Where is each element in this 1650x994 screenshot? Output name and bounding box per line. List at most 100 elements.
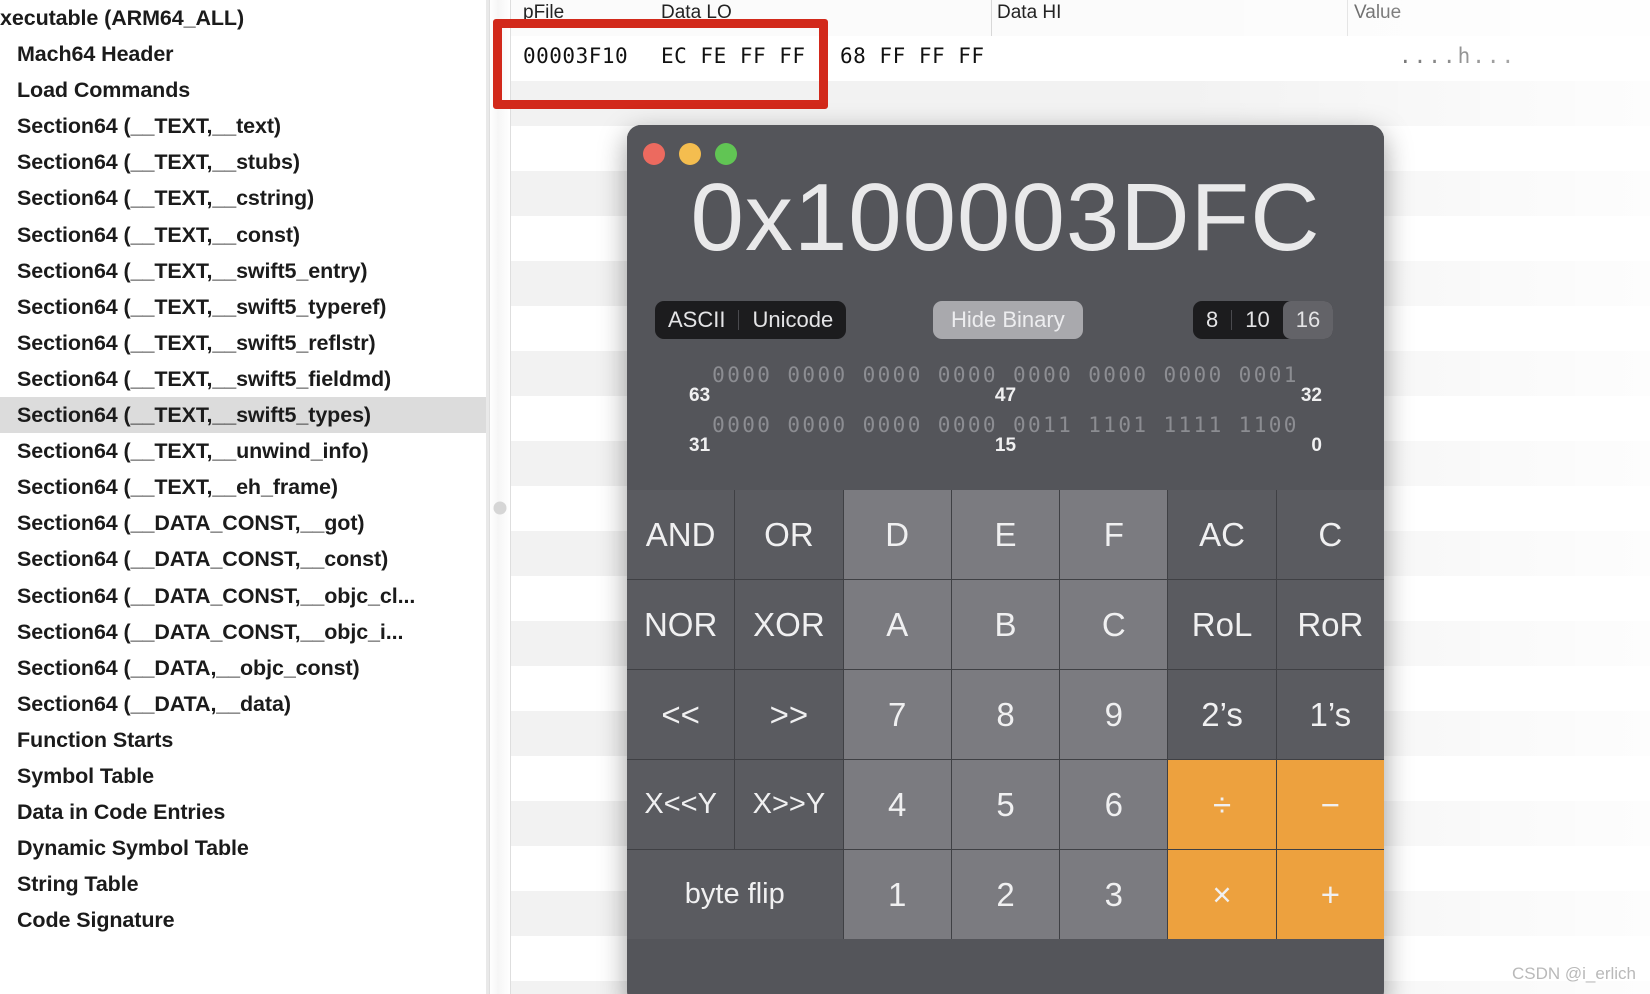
sidebar-item[interactable]: Section64 (__TEXT,__cstring) [0, 180, 489, 216]
sidebar-item-label: Section64 (__TEXT,__swift5_types) [17, 403, 371, 428]
red-highlight-rectangle [493, 19, 828, 109]
sidebar-item[interactable]: Section64 (__TEXT,__swift5_types) [0, 397, 489, 434]
encoding-segmented-control[interactable]: ASCII Unicode [655, 301, 847, 339]
sidebar-item-label: Data in Code Entries [17, 800, 226, 825]
sidebar-item-label: Section64 (__TEXT,__text) [17, 114, 281, 139]
binary-bits-low[interactable]: 0000 0000 0000 0000 0011 1101 1111 1100 [627, 413, 1384, 437]
column-separator[interactable] [1347, 0, 1348, 36]
binary-row-low[interactable]: 0000 0000 0000 0000 0011 1101 1111 1100 … [627, 413, 1384, 463]
sidebar-item[interactable]: Section64 (__TEXT,__swift5_typeref) [0, 289, 489, 325]
sidebar-item[interactable]: Section64 (__DATA,__data) [0, 686, 489, 722]
column-header[interactable]: Data HI [997, 2, 1061, 24]
bit-index-31: 31 [689, 435, 711, 456]
sidebar-item[interactable]: Section64 (__TEXT,__stubs) [0, 144, 489, 180]
outline-tree: xecutable (ARM64_ALL) Mach64 Header Load C… [0, 0, 489, 938]
sidebar-item[interactable]: Data in Code Entries [0, 794, 489, 830]
bit-index-32: 32 [1300, 385, 1322, 406]
calc-key[interactable]: C [1060, 580, 1168, 669]
sidebar-item[interactable]: Section64 (__TEXT,__text) [0, 108, 489, 144]
calc-key[interactable]: B [951, 580, 1060, 669]
calc-key[interactable]: XOR [735, 580, 843, 669]
segment-base-10[interactable]: 10 [1232, 301, 1282, 339]
sidebar-item[interactable]: Symbol Table [0, 758, 489, 794]
sidebar-item[interactable]: Section64 (__TEXT,__const) [0, 217, 489, 253]
calculator-options-row: ASCII Unicode Hide Binary 8 10 16 [627, 301, 1384, 341]
sidebar-item[interactable]: Section64 (__TEXT,__swift5_reflstr) [0, 325, 489, 361]
calc-key[interactable]: F [1060, 490, 1168, 579]
maximize-button[interactable] [715, 143, 737, 165]
calc-key[interactable]: − [1276, 760, 1384, 849]
calc-key[interactable]: << [627, 670, 735, 759]
sidebar-item[interactable]: Section64 (__DATA_CONST,__got) [0, 505, 489, 541]
sidebar-item[interactable]: Function Starts [0, 722, 489, 758]
sidebar-item[interactable]: Section64 (__TEXT,__swift5_fieldmd) [0, 361, 489, 397]
binary-row-high[interactable]: 0000 0000 0000 0000 0000 0000 0000 0001 … [627, 363, 1384, 413]
calc-key[interactable]: 6 [1060, 760, 1168, 849]
calc-key[interactable]: A [843, 580, 951, 669]
calc-key[interactable]: byte flip [627, 850, 843, 939]
column-header[interactable]: Value [1354, 2, 1401, 24]
calc-key[interactable]: X<<Y [627, 760, 735, 849]
sidebar-item[interactable]: Dynamic Symbol Table [0, 830, 489, 866]
calc-key[interactable]: 1 [843, 850, 951, 939]
calc-key[interactable]: RoL [1168, 580, 1276, 669]
binary-bit-view: 0000 0000 0000 0000 0000 0000 0000 0001 … [627, 363, 1384, 463]
close-button[interactable] [643, 143, 665, 165]
sidebar-item[interactable]: xecutable (ARM64_ALL) [0, 0, 489, 36]
sidebar-item[interactable]: Section64 (__TEXT,__unwind_info) [0, 433, 489, 469]
calculator-keypad: AND OR D E F AC C NOR XOR A B C RoL RoR << >> 7 8 9 2’s 1’s X… [627, 490, 1384, 939]
calc-key[interactable]: 2 [951, 850, 1060, 939]
calc-key[interactable]: C [1276, 490, 1384, 579]
calc-key[interactable]: RoR [1276, 580, 1384, 669]
sidebar-item[interactable]: String Table [0, 866, 489, 902]
sidebar-item-label: Section64 (__TEXT,__swift5_entry) [17, 258, 368, 283]
calc-key[interactable]: E [951, 490, 1060, 579]
segment-base-8[interactable]: 8 [1193, 301, 1231, 339]
calculator-display-value: 0x100003DFC [690, 164, 1321, 271]
sidebar-item[interactable]: Section64 (__DATA,__objc_const) [0, 650, 489, 686]
calc-key[interactable]: X>>Y [735, 760, 843, 849]
calc-key[interactable]: 5 [951, 760, 1060, 849]
calc-key[interactable]: 2’s [1168, 670, 1276, 759]
splitter-handle-dot[interactable] [493, 501, 507, 515]
sidebar-item-label: Section64 (__TEXT,__unwind_info) [17, 439, 369, 464]
calc-key[interactable]: D [843, 490, 951, 579]
calc-key[interactable]: NOR [627, 580, 735, 669]
calc-key[interactable]: 8 [951, 670, 1060, 759]
window-traffic-lights [643, 143, 737, 165]
calc-key[interactable]: OR [735, 490, 843, 579]
sidebar-item[interactable]: Section64 (__DATA_CONST,__objc_i... [0, 614, 489, 650]
screenshot-root: xecutable (ARM64_ALL) Mach64 Header Load C… [0, 0, 1650, 994]
calculator-titlebar: 0x100003DFC ASCII Unicode Hide Binary 8 … [627, 125, 1384, 490]
calc-key[interactable]: AC [1168, 490, 1276, 579]
sidebar-item[interactable]: Section64 (__TEXT,__swift5_entry) [0, 253, 489, 289]
binary-bits-high[interactable]: 0000 0000 0000 0000 0000 0000 0000 0001 [627, 363, 1384, 387]
calc-key[interactable]: AND [627, 490, 735, 579]
sidebar-item[interactable]: Code Signature [0, 902, 489, 938]
segment-unicode[interactable]: Unicode [739, 301, 846, 339]
outline-sidebar: xecutable (ARM64_ALL) Mach64 Header Load C… [0, 0, 489, 994]
calc-key[interactable]: >> [735, 670, 843, 759]
calc-key[interactable]: + [1276, 850, 1384, 939]
sidebar-item[interactable]: Section64 (__DATA_CONST,__objc_cl... [0, 578, 489, 614]
calc-key[interactable]: 1’s [1276, 670, 1384, 759]
minimize-button[interactable] [679, 143, 701, 165]
calc-key[interactable]: ÷ [1168, 760, 1276, 849]
pane-splitter[interactable] [489, 0, 511, 994]
segment-base-16[interactable]: 16 [1282, 301, 1334, 339]
sidebar-item[interactable]: Mach64 Header [0, 36, 489, 72]
column-separator[interactable] [991, 0, 992, 36]
sidebar-item[interactable]: Section64 (__TEXT,__eh_frame) [0, 469, 489, 505]
calc-key[interactable]: × [1168, 850, 1276, 939]
sidebar-item-label: Section64 (__DATA_CONST,__objc_cl... [17, 583, 416, 608]
sidebar-item-label: Dynamic Symbol Table [17, 836, 249, 861]
segment-ascii[interactable]: ASCII [655, 301, 738, 339]
calc-key[interactable]: 3 [1060, 850, 1168, 939]
calc-key[interactable]: 4 [843, 760, 951, 849]
hide-binary-button[interactable]: Hide Binary [933, 301, 1083, 339]
sidebar-item[interactable]: Load Commands [0, 72, 489, 108]
calc-key[interactable]: 7 [843, 670, 951, 759]
base-segmented-control[interactable]: 8 10 16 [1193, 301, 1334, 339]
calc-key[interactable]: 9 [1060, 670, 1168, 759]
sidebar-item[interactable]: Section64 (__DATA_CONST,__const) [0, 541, 489, 577]
